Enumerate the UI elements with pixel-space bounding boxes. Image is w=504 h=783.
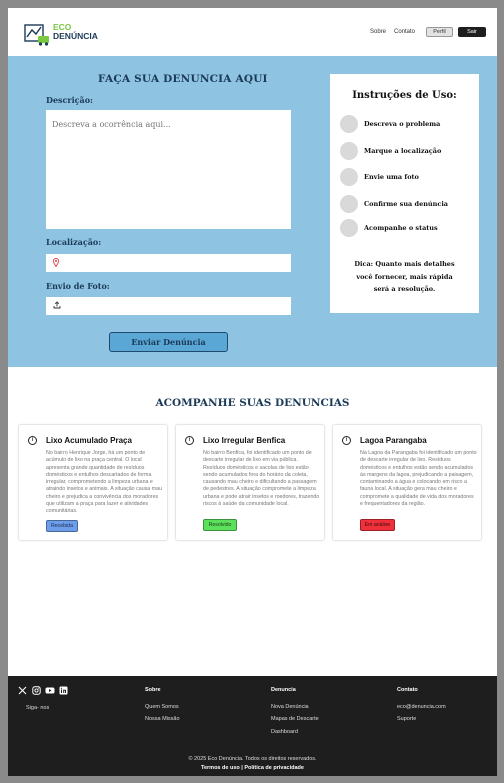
report-card[interactable]: i Lixo Acumulado Praça No bairro Henriqu… (18, 424, 168, 541)
step-circle-icon (340, 115, 358, 133)
linkedin-icon[interactable] (59, 686, 68, 695)
instruction-step: Envie uma foto (340, 168, 475, 186)
description-label: Descrição: (46, 95, 93, 105)
report-card-title: Lagoa Parangaba (360, 436, 427, 445)
photo-upload-field[interactable] (46, 297, 291, 315)
step-circle-icon (340, 168, 358, 186)
step-label: Acompanhe o status (364, 224, 438, 232)
nav-link-contato[interactable]: Contato (394, 29, 415, 35)
page: ECO DENÚNCIA Sobre Contato Perfil Sair F… (8, 8, 497, 776)
youtube-icon[interactable] (45, 686, 55, 695)
info-icon: i (185, 436, 194, 445)
report-card[interactable]: i Lagoa Parangaba Na Lagoa da Parangaba … (332, 424, 482, 541)
footer-link[interactable]: Suporte (397, 716, 416, 722)
footer-link[interactable]: Mapas de Descarte (271, 716, 319, 722)
report-card-description: Na Lagoa da Parangaba foi identificado u… (360, 450, 477, 508)
report-card[interactable]: i Lixo Irregular Benfica No bairro Benfi… (175, 424, 325, 541)
terms-links[interactable]: Termos de uso | Política de privacidade (8, 765, 497, 771)
instructions-title: Instruções de Uso: (352, 90, 457, 101)
location-input[interactable] (46, 254, 291, 272)
footer-column-title: Sobre (145, 687, 161, 693)
location-pin-icon (53, 258, 59, 267)
info-icon: i (28, 436, 37, 445)
status-badge: Em análise (360, 519, 395, 531)
step-circle-icon (340, 142, 358, 160)
copyright-text: © 2025 Eco Denúncia. Todos os direitos r… (188, 756, 317, 762)
step-label: Confirme sua denúncia (364, 200, 449, 208)
tip-text: Dica: Quanto mais detalhes você fornecer… (354, 260, 455, 293)
tracking-title: ACOMPANHE SUAS DENUNCIAS (155, 397, 350, 409)
logout-button[interactable]: Sair (458, 27, 486, 37)
instagram-icon[interactable] (32, 686, 41, 695)
footer-link[interactable]: Nossa Missão (145, 716, 180, 722)
report-card-description: No bairro Benfica, foi identificado um p… (203, 450, 320, 508)
report-card-description: No bairro Henrique Jorge, há um ponto de… (46, 450, 163, 515)
submit-report-button[interactable]: Enviar Denúncia (109, 332, 228, 352)
footer-column-title: Denuncia (271, 687, 296, 693)
step-label: Marque a localização (364, 147, 442, 155)
footer-link[interactable]: eco@denuncia.com (397, 704, 446, 710)
report-card-title: Lixo Irregular Benfica (203, 436, 286, 445)
x-icon[interactable] (18, 686, 27, 695)
description-textarea[interactable] (46, 110, 291, 229)
step-circle-icon (340, 219, 358, 237)
step-label: Envie uma foto (364, 173, 419, 181)
photo-label: Envio de Foto: (46, 281, 110, 291)
profile-button[interactable]: Perfil (426, 27, 453, 37)
instruction-step: Confirme sua denúncia (340, 195, 475, 213)
info-icon: i (342, 436, 351, 445)
footer-link[interactable]: Nova Denúncia (271, 704, 309, 710)
form-title: FAÇA SUA DENUNCIA AQUI (98, 73, 268, 85)
step-circle-icon (340, 195, 358, 213)
instructions-panel: Instruções de Uso: Descreva o problema M… (330, 74, 479, 313)
instruction-step: Acompanhe o status (340, 219, 475, 237)
report-card-title: Lixo Acumulado Praça (46, 436, 132, 445)
top-header: ECO DENÚNCIA Sobre Contato Perfil Sair (8, 8, 497, 56)
nav-link-sobre[interactable]: Sobre (370, 29, 386, 35)
instruction-step: Marque a localização (340, 142, 475, 160)
brand-name: ECO DENÚNCIA (53, 23, 98, 41)
eco-denuncia-logo-icon[interactable] (24, 22, 50, 46)
follow-us-label: Siga- nos (26, 705, 50, 711)
footer-link[interactable]: Quem Somos (145, 704, 179, 710)
brand-line2: DENÚNCIA (53, 31, 98, 41)
footer-link[interactable]: Dashboard (271, 729, 298, 735)
step-label: Descreva o problema (364, 120, 441, 128)
instruction-step: Descreva o problema (340, 115, 475, 133)
location-label: Localização: (46, 237, 102, 247)
status-badge: Recebida (46, 520, 78, 532)
footer-column-title: Contato (397, 687, 418, 693)
status-badge: Resolvido (203, 519, 237, 531)
upload-icon[interactable] (53, 301, 61, 309)
